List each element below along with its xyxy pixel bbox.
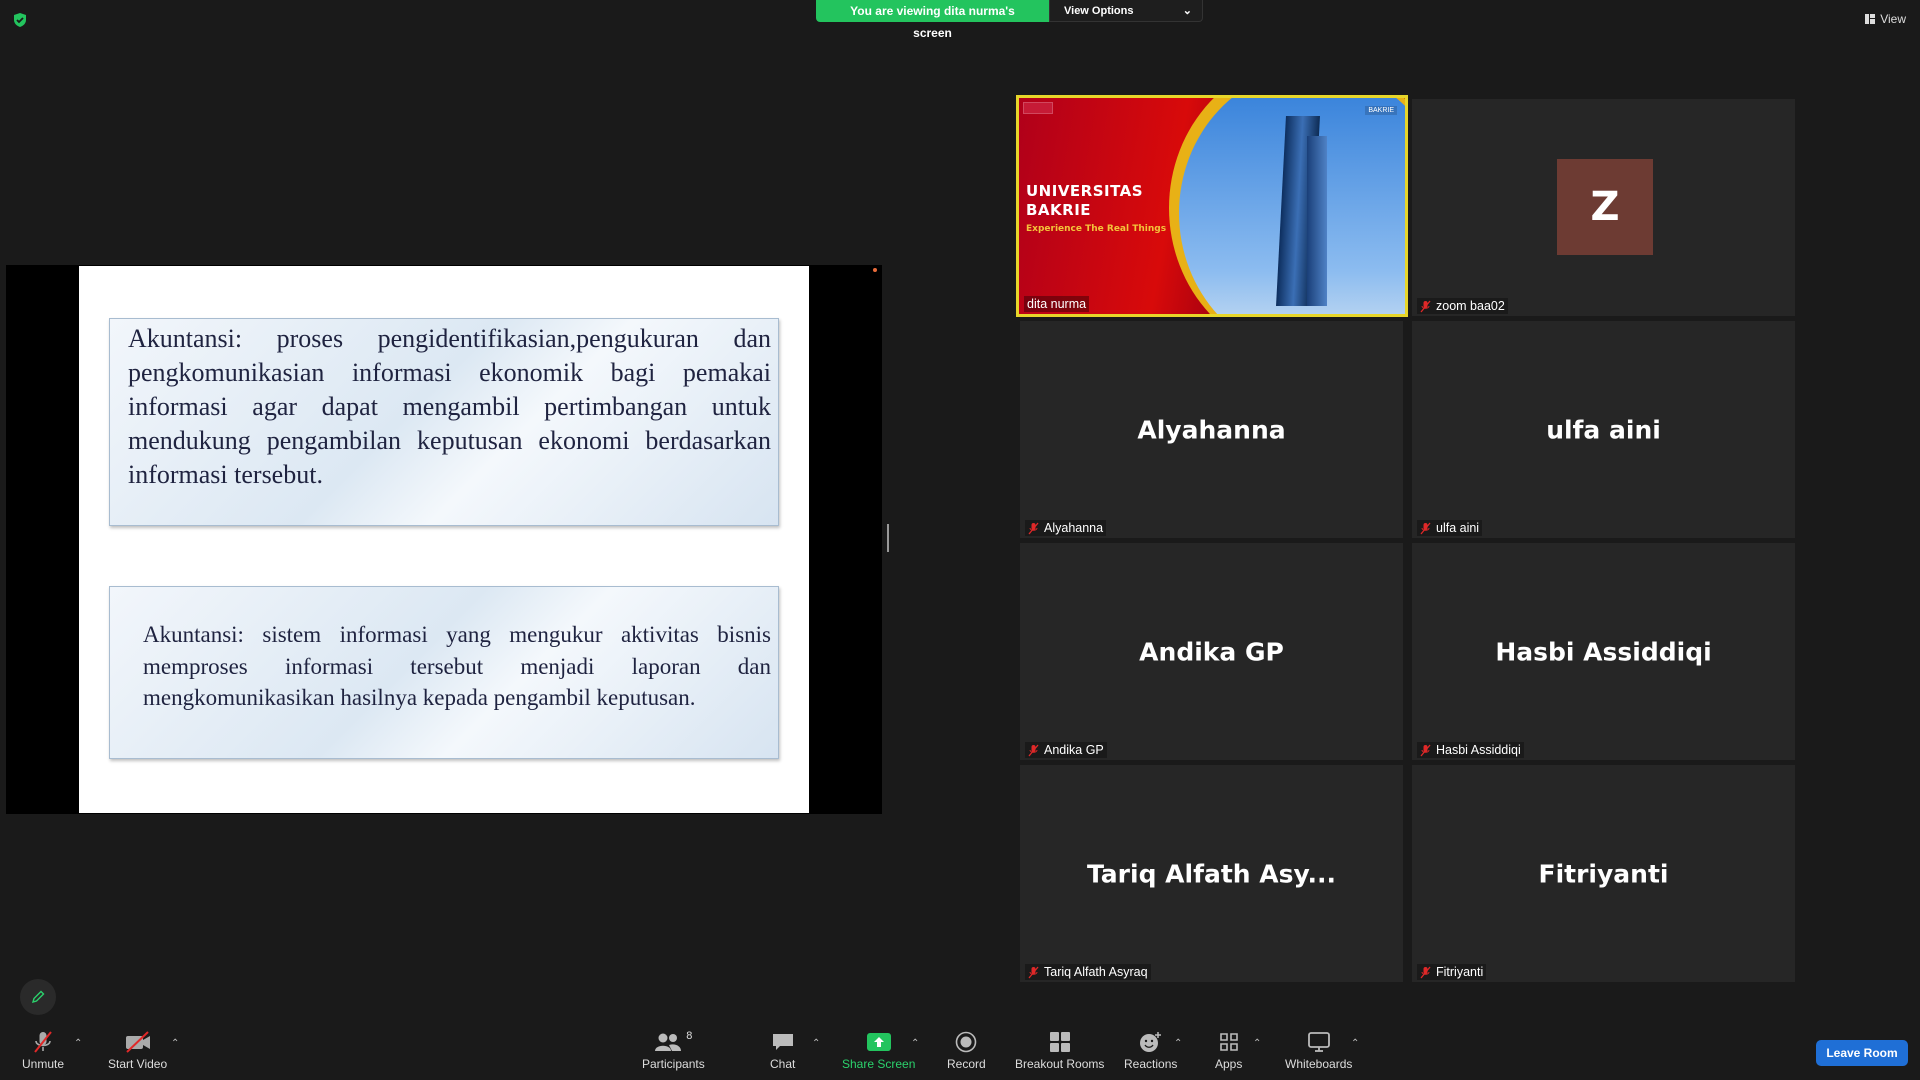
view-label: View xyxy=(1880,12,1906,26)
participant-name: Alyahanna xyxy=(1044,521,1104,535)
audio-options-caret[interactable]: ⌃ xyxy=(74,1038,82,1049)
chat-label: Chat xyxy=(770,1057,796,1071)
chat-options-caret[interactable]: ⌃ xyxy=(812,1038,820,1049)
muted-mic-icon xyxy=(1420,522,1431,534)
participant-display-name: Andika GP xyxy=(1139,637,1284,666)
participant-tile[interactable]: Tariq Alfath Asy... Tariq Alfath Asyraq xyxy=(1020,765,1403,982)
university-title: UNIVERSITAS BAKRIE xyxy=(1026,182,1144,219)
breakout-rooms-button[interactable]: Breakout Rooms xyxy=(1015,1030,1104,1071)
participant-tile[interactable]: Fitriyanti Fitriyanti xyxy=(1412,765,1795,982)
leave-room-button[interactable]: Leave Room xyxy=(1816,1040,1908,1066)
participants-label: Participants xyxy=(642,1057,705,1071)
share-options-caret[interactable]: ⌃ xyxy=(911,1038,919,1049)
chat-icon xyxy=(772,1034,793,1050)
record-button[interactable]: Record xyxy=(947,1030,986,1071)
participant-name-label: ulfa aini xyxy=(1417,520,1483,536)
participant-tile[interactable]: ulfa aini ulfa aini xyxy=(1412,321,1795,538)
tower-image-secondary xyxy=(1307,136,1327,306)
view-options-button[interactable]: View Options ⌄ xyxy=(1049,0,1203,22)
view-options-label: View Options xyxy=(1064,5,1134,17)
start-video-label: Start Video xyxy=(108,1057,168,1071)
share-screen-label: Share Screen xyxy=(842,1057,916,1071)
bakrie-logo: BAKRIE xyxy=(1365,106,1397,115)
record-icon xyxy=(956,1031,977,1053)
participant-display-name: ulfa aini xyxy=(1546,415,1661,444)
participant-name-label: Hasbi Assiddiqi xyxy=(1417,742,1524,758)
pencil-icon xyxy=(31,990,45,1004)
participant-display-name: Fitriyanti xyxy=(1538,859,1669,888)
participant-name: ulfa aini xyxy=(1436,521,1480,535)
resize-divider-handle[interactable] xyxy=(887,524,889,552)
unmute-label: Unmute xyxy=(22,1057,65,1071)
security-shield-icon[interactable] xyxy=(12,12,28,28)
share-indicator-dot xyxy=(873,268,877,272)
participant-name: Andika GP xyxy=(1044,743,1104,757)
reactions-label: Reactions xyxy=(1124,1057,1178,1071)
breakout-rooms-label: Breakout Rooms xyxy=(1015,1057,1105,1071)
muted-mic-icon xyxy=(1420,744,1431,756)
participant-display-name: Alyahanna xyxy=(1137,415,1286,444)
breakout-rooms-icon xyxy=(1049,1032,1070,1052)
reactions-options-caret[interactable]: ⌃ xyxy=(1174,1038,1182,1049)
slide-definition-box-1: Akuntansi: proses pengidentifikasian,pen… xyxy=(109,318,779,526)
reactions-icon xyxy=(1139,1032,1161,1052)
participant-display-name: Hasbi Assiddiqi xyxy=(1495,637,1712,666)
muted-mic-icon xyxy=(1028,966,1039,978)
participant-tile[interactable]: Alyahanna Alyahanna xyxy=(1020,321,1403,538)
viewing-banner: You are viewing dita nurma's screen View… xyxy=(816,0,1203,40)
chevron-down-icon: ⌄ xyxy=(1182,5,1192,17)
participant-tile[interactable]: Z zoom baa02 xyxy=(1412,99,1795,316)
annotate-button[interactable] xyxy=(20,979,56,1015)
apps-label: Apps xyxy=(1215,1057,1243,1071)
participant-name: Tariq Alfath Asyraq xyxy=(1044,965,1148,979)
video-options-caret[interactable]: ⌃ xyxy=(171,1038,179,1049)
viewing-screen-message: You are viewing dita nurma's screen xyxy=(816,0,1049,40)
participant-name: Hasbi Assiddiqi xyxy=(1436,743,1521,757)
participant-name: dita nurma xyxy=(1027,297,1087,311)
apps-button[interactable]: Apps xyxy=(1215,1030,1242,1071)
slide-definition-box-2: Akuntansi: sistem informasi yang menguku… xyxy=(109,586,779,759)
start-video-button[interactable]: Start Video xyxy=(108,1030,167,1071)
record-label: Record xyxy=(947,1057,986,1071)
whiteboards-options-caret[interactable]: ⌃ xyxy=(1351,1038,1359,1049)
participants-icon xyxy=(655,1033,682,1051)
apps-options-caret[interactable]: ⌃ xyxy=(1253,1038,1261,1049)
participant-name-label: zoom baa02 xyxy=(1417,298,1508,314)
participant-name-label: Andika GP xyxy=(1025,742,1107,758)
whiteboards-button[interactable]: Whiteboards xyxy=(1285,1030,1352,1071)
share-screen-button[interactable]: Share Screen xyxy=(842,1030,915,1071)
video-tile-active-speaker[interactable]: BAKRIE UNIVERSITAS BAKRIE Experience The… xyxy=(1016,95,1408,317)
reactions-button[interactable]: Reactions xyxy=(1124,1030,1177,1071)
whiteboards-label: Whiteboards xyxy=(1285,1057,1353,1071)
avatar: Z xyxy=(1557,159,1653,255)
chat-button[interactable]: Chat xyxy=(770,1030,795,1071)
view-button[interactable]: View xyxy=(1864,12,1906,26)
layout-grid-icon xyxy=(1865,14,1876,24)
muted-mic-icon xyxy=(34,1031,52,1053)
muted-mic-icon xyxy=(1028,744,1039,756)
participant-name-label: Alyahanna xyxy=(1025,520,1107,536)
presentation-slide: Akuntansi: proses pengidentifikasian,pen… xyxy=(79,266,809,813)
unmute-button[interactable]: Unmute xyxy=(22,1030,64,1071)
muted-mic-icon xyxy=(1028,522,1039,534)
muted-mic-icon xyxy=(1420,300,1431,312)
participant-tile[interactable]: Andika GP Andika GP xyxy=(1020,543,1403,760)
muted-mic-icon xyxy=(1420,966,1431,978)
university-badge-icon xyxy=(1023,102,1053,114)
participants-button[interactable]: 8 Participants xyxy=(642,1030,705,1071)
participant-name-label: dita nurma xyxy=(1024,296,1090,312)
apps-icon xyxy=(1219,1033,1238,1051)
share-screen-icon xyxy=(866,1033,891,1051)
video-off-icon xyxy=(125,1031,150,1053)
participant-count: 8 xyxy=(686,1030,693,1042)
participant-display-name: Tariq Alfath Asy... xyxy=(1086,859,1337,888)
participant-name-label: Fitriyanti xyxy=(1417,964,1487,980)
shared-screen: Akuntansi: proses pengidentifikasian,pen… xyxy=(6,265,882,814)
participant-name-label: Tariq Alfath Asyraq xyxy=(1025,964,1151,980)
participant-name: zoom baa02 xyxy=(1436,299,1505,313)
university-tagline: Experience The Real Things xyxy=(1026,224,1167,234)
participant-name: Fitriyanti xyxy=(1436,965,1484,979)
participant-tile[interactable]: Hasbi Assiddiqi Hasbi Assiddiqi xyxy=(1412,543,1795,760)
whiteboard-icon xyxy=(1307,1032,1330,1052)
